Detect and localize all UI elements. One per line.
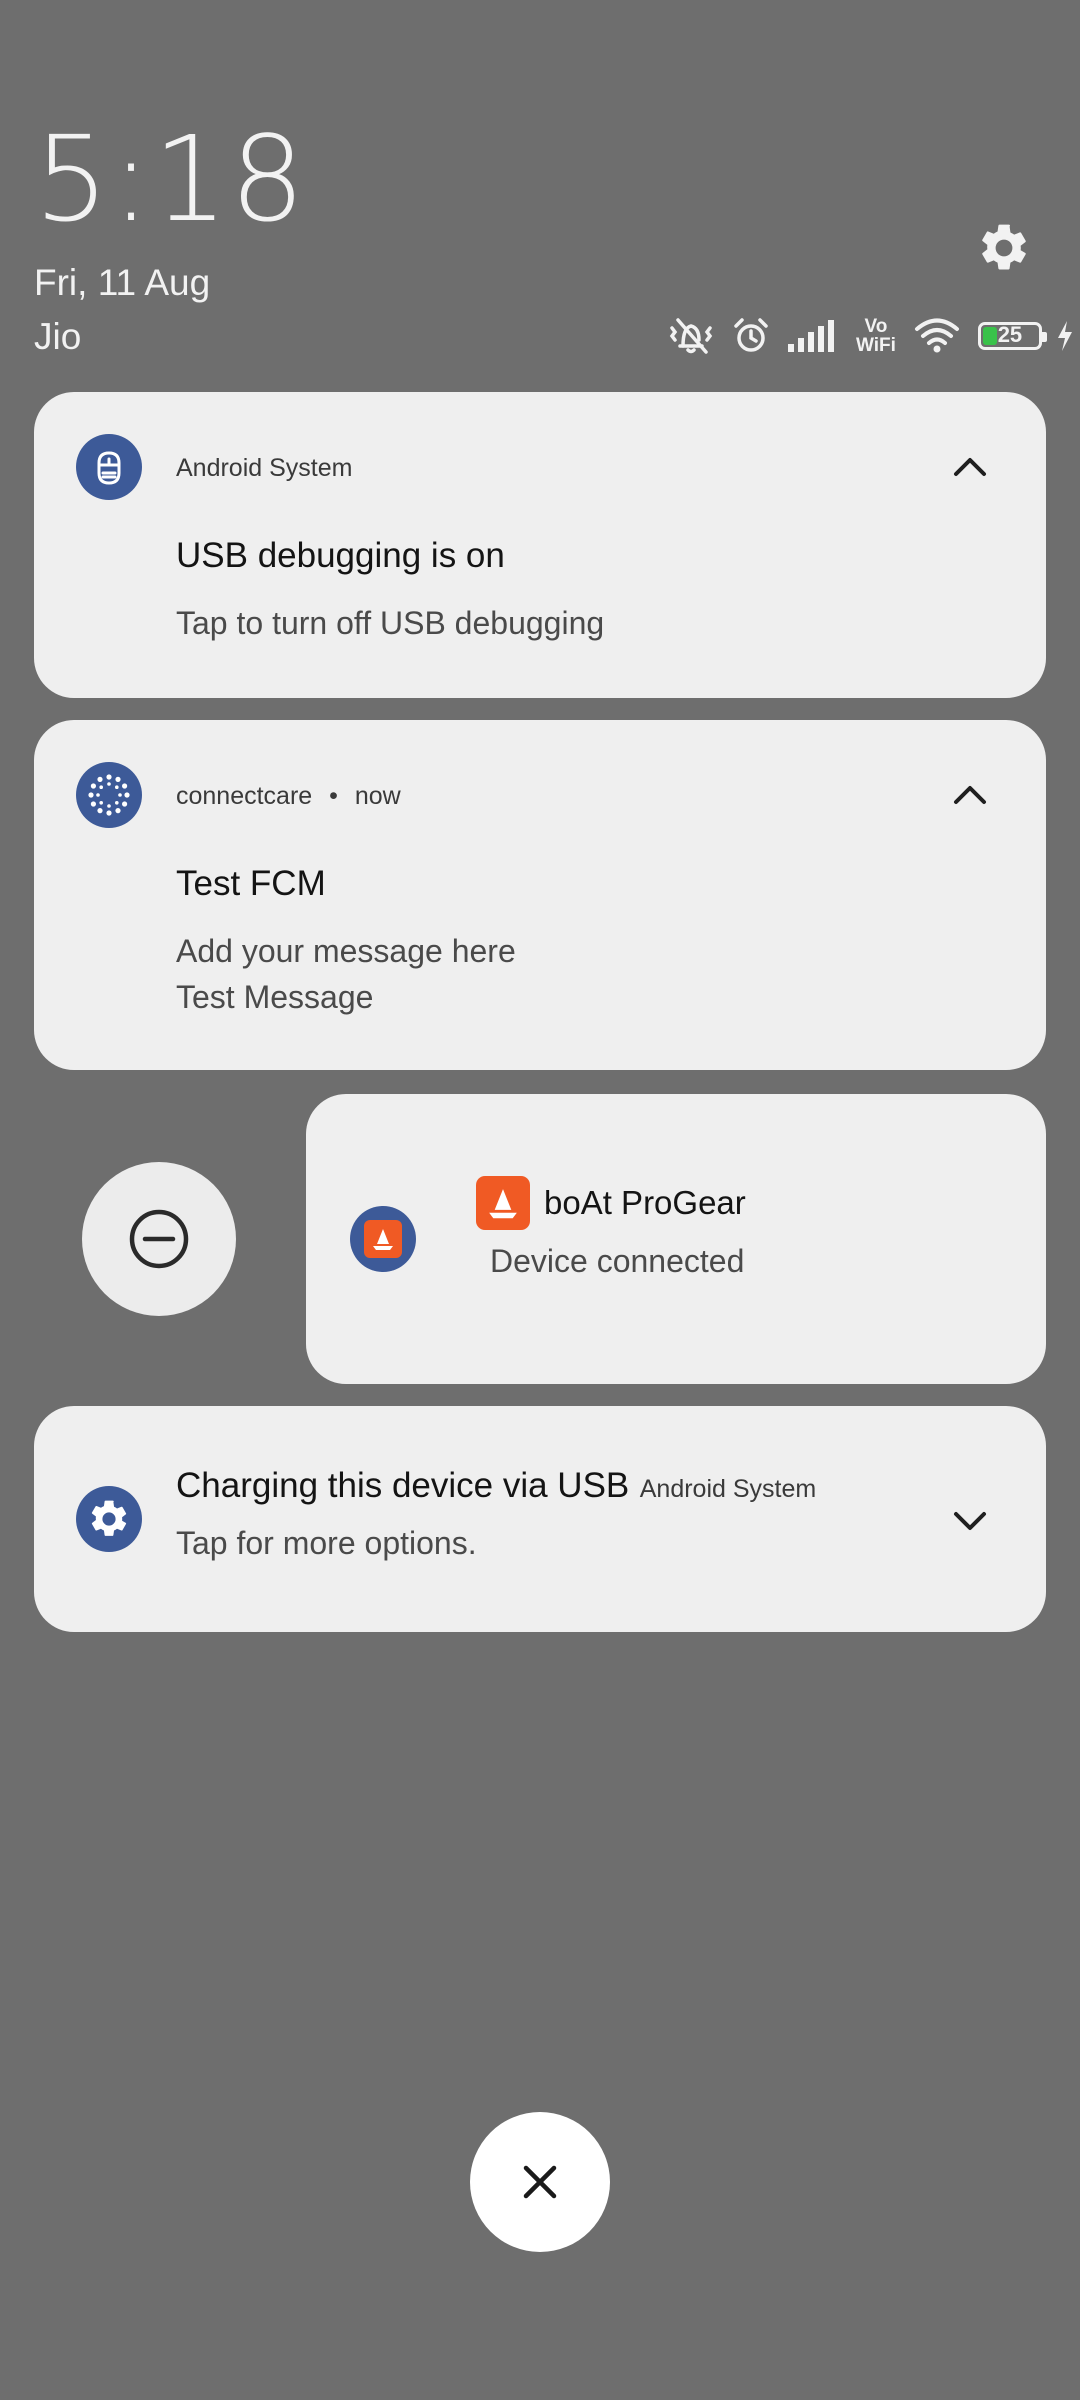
date-label: Fri, 11 Aug bbox=[34, 262, 211, 303]
separator-dot: • bbox=[329, 782, 338, 810]
chevron-up-icon[interactable] bbox=[948, 444, 992, 488]
chevron-down-icon[interactable] bbox=[948, 1498, 992, 1542]
notification-text-line1: Add your message here bbox=[176, 933, 516, 969]
connectcare-icon bbox=[76, 762, 142, 828]
alarm-icon bbox=[732, 317, 770, 355]
notification-app-name: connectcare • now bbox=[176, 782, 401, 811]
notification-text: Tap to turn off USB debugging bbox=[176, 605, 605, 641]
boat-logo-icon bbox=[476, 1176, 530, 1230]
notification-title: Test FCM bbox=[176, 864, 326, 903]
battery-icon: 25 bbox=[977, 322, 1047, 350]
signal-icon bbox=[788, 320, 838, 352]
vowifi-line2: WiFi bbox=[856, 335, 896, 356]
notification-text: Tap for more options. bbox=[176, 1525, 477, 1561]
notification-title: USB debugging is on bbox=[176, 536, 505, 575]
boat-app-icon bbox=[350, 1206, 416, 1272]
settings-icon bbox=[76, 1486, 142, 1552]
clock-time: 5:18 bbox=[34, 110, 307, 248]
charging-bolt-icon bbox=[1056, 321, 1074, 351]
notification-usb-debugging[interactable]: Android System USB debugging is on Tap t… bbox=[34, 392, 1046, 698]
vowifi-line1: Vo bbox=[864, 316, 888, 337]
vibrate-off-icon bbox=[668, 316, 714, 356]
close-icon bbox=[523, 2165, 557, 2199]
wifi-icon bbox=[914, 318, 960, 354]
notification-title: Charging this device via USB bbox=[176, 1466, 630, 1505]
carrier-name: Jio bbox=[34, 316, 82, 357]
vowifi-icon: Vo WiFi bbox=[856, 317, 896, 355]
notification-connectcare[interactable]: connectcare • now Test FCM Add your mess… bbox=[34, 720, 1046, 1070]
notification-text: Device connected bbox=[490, 1243, 745, 1279]
notification-header: Charging this device via USB Android Sys… bbox=[176, 1466, 816, 1506]
minus-circle-icon bbox=[129, 1209, 189, 1269]
usb-debug-icon bbox=[76, 434, 142, 500]
notification-text-line2: Test Message bbox=[176, 979, 374, 1015]
notification-app-label: connectcare bbox=[176, 782, 313, 810]
notification-charging-usb[interactable]: Charging this device via USB Android Sys… bbox=[34, 1406, 1046, 1632]
settings-gear-icon[interactable] bbox=[976, 220, 1032, 276]
chevron-up-icon[interactable] bbox=[948, 772, 992, 816]
battery-level: 25 bbox=[997, 322, 1023, 347]
notification-time: now bbox=[354, 782, 401, 810]
notification-app-name: Android System bbox=[639, 1475, 817, 1503]
clear-all-button[interactable] bbox=[470, 2112, 610, 2252]
notification-app-name: Android System bbox=[176, 454, 353, 482]
status-bar-icons: Vo WiFi 25 bbox=[668, 314, 1074, 358]
snooze-minus-button[interactable] bbox=[82, 1162, 236, 1316]
notification-boat-progear[interactable]: boAt ProGear Device connected bbox=[306, 1094, 1046, 1384]
notification-title: boAt ProGear bbox=[544, 1184, 746, 1221]
